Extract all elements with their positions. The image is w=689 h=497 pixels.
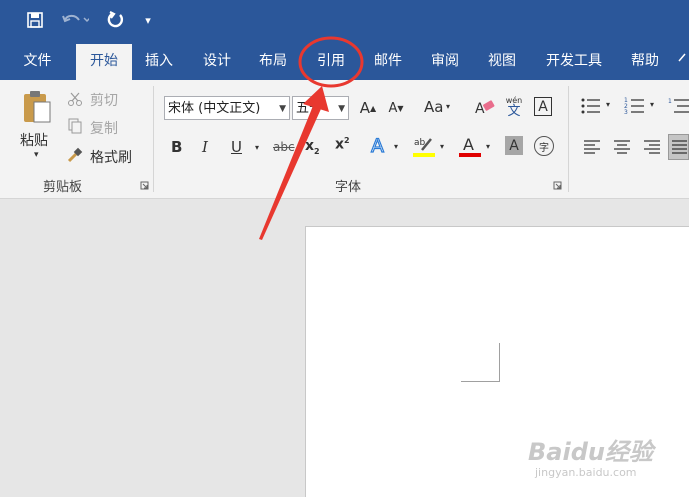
annotation-overlay bbox=[259, 36, 364, 240]
watermark-url: jingyan.baidu.com bbox=[535, 466, 637, 479]
annotation-arrow bbox=[259, 96, 325, 240]
annotation-circle bbox=[298, 36, 364, 88]
watermark-brand: Baidu经验 bbox=[528, 438, 653, 466]
